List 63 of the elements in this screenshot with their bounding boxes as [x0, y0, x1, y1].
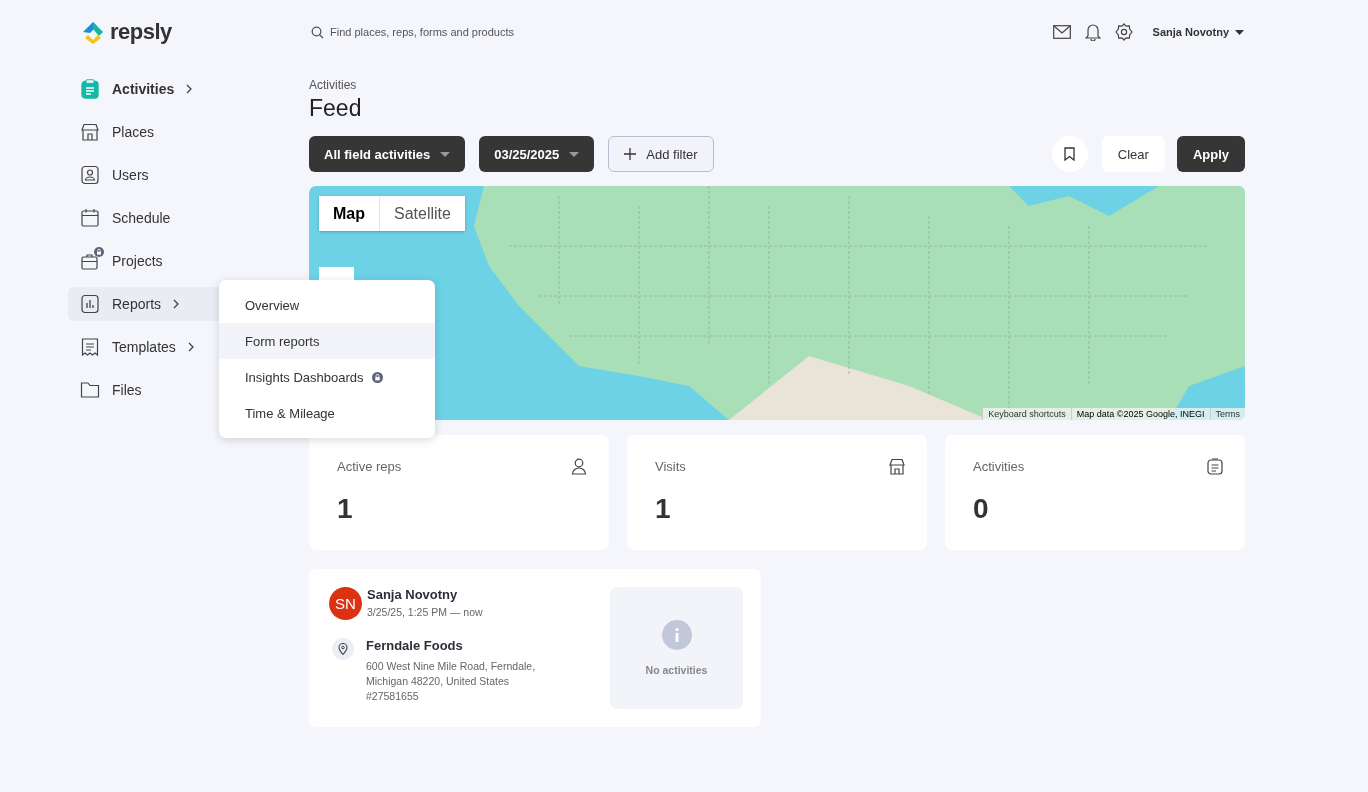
stat-value: 1: [337, 493, 354, 525]
stat-label: Visits: [655, 459, 686, 474]
sidebar-item[interactable]: Reports: [68, 287, 220, 321]
notification-icon[interactable]: [1084, 23, 1101, 41]
map-type-tab[interactable]: Satellite: [380, 196, 465, 231]
user-card-icon: [80, 165, 100, 185]
sidebar-item[interactable]: Files: [68, 373, 220, 407]
location-pin-icon: [332, 638, 354, 660]
breadcrumb[interactable]: Activities: [309, 78, 1245, 92]
bookmark-icon: [1064, 147, 1076, 161]
bookmark-button[interactable]: [1051, 136, 1088, 172]
caret-icon: [1235, 29, 1244, 35]
map-attribution-link[interactable]: Keyboard shortcuts: [982, 408, 1071, 420]
clear-button[interactable]: Clear: [1101, 136, 1165, 172]
map-type-tab[interactable]: Map: [319, 196, 380, 231]
store-icon: [889, 458, 905, 475]
caret-icon: [569, 151, 580, 157]
avatar: SN: [329, 587, 362, 620]
apply-button[interactable]: Apply: [1176, 136, 1245, 172]
stat-label: Activities: [973, 459, 1025, 474]
mail-icon[interactable]: [1052, 25, 1071, 39]
sidebar-item[interactable]: Projects: [68, 244, 220, 278]
clipboard-icon: [1207, 458, 1223, 475]
menu-item[interactable]: Overview: [219, 287, 435, 323]
settings-icon[interactable]: [1114, 23, 1133, 41]
place-number: #27581655: [366, 689, 420, 704]
rep-name[interactable]: Sanja Novotny: [367, 587, 483, 602]
sidebar-item[interactable]: Templates: [68, 330, 220, 364]
page-title: Feed: [309, 95, 363, 122]
briefcase-icon: [80, 251, 100, 271]
logo-text[interactable]: repsly: [110, 19, 172, 45]
store-icon: [80, 122, 100, 142]
person-icon: [571, 458, 587, 475]
stat-value: 0: [973, 493, 990, 525]
plus-icon: [624, 148, 637, 160]
user-menu-button[interactable]: Sanja Novotny: [1152, 26, 1244, 38]
stat-value: 1: [655, 493, 672, 525]
bar-chart-icon: [80, 294, 100, 314]
menu-item[interactable]: Insights Dashboards: [219, 359, 435, 395]
menu-item[interactable]: Time & Mileage: [219, 395, 435, 431]
sidebar-item[interactable]: Schedule: [68, 201, 220, 235]
clipboard-icon: [80, 79, 100, 99]
caret-icon: [440, 151, 451, 157]
info-icon: [661, 620, 692, 650]
place-address: 600 West Nine Mile Road, Ferndale, Michigan 48220, United States: [366, 659, 537, 689]
filter-dropdown[interactable]: All field activities: [309, 136, 466, 172]
stat-label: Active reps: [337, 459, 402, 474]
place-name[interactable]: Ferndale Foods: [366, 638, 556, 653]
map-attribution-link[interactable]: Terms: [1209, 408, 1245, 420]
search-icon: [311, 25, 324, 39]
add-filter-button[interactable]: Add filter: [608, 136, 714, 172]
menu-item[interactable]: Form reports: [219, 323, 435, 359]
folder-icon: [80, 380, 100, 400]
visit-time: 3/25/25, 1:25 PM — now: [367, 606, 483, 618]
search-field[interactable]: Find places, reps, forms and products: [309, 25, 711, 39]
empty-message: No activities: [645, 664, 708, 676]
sidebar-item[interactable]: Places: [68, 115, 220, 149]
filter-dropdown[interactable]: 03/25/2025: [479, 136, 595, 172]
sidebar-item[interactable]: Activities: [68, 72, 220, 106]
calendar-icon: [80, 208, 100, 228]
map-attribution-link[interactable]: Map data ©2025 Google, INEGI: [1070, 408, 1210, 420]
document-icon: [80, 337, 100, 357]
sidebar-item[interactable]: Users: [68, 158, 220, 192]
